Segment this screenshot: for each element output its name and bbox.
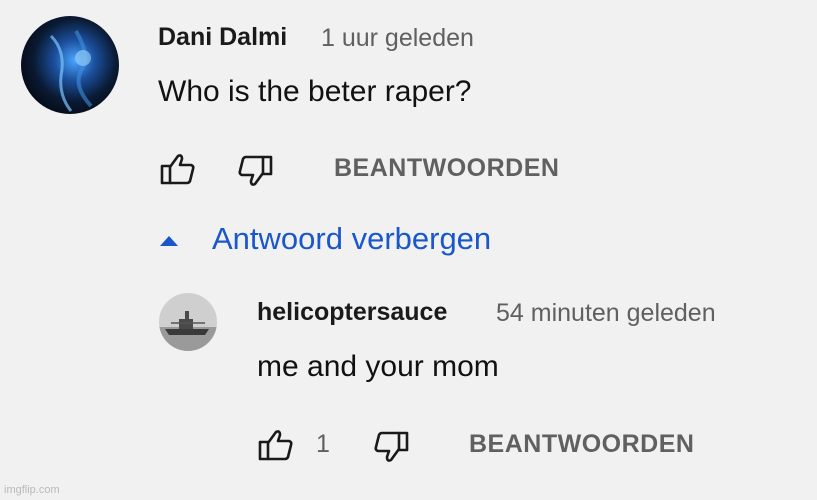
like-count: 1 <box>316 430 330 458</box>
avatar[interactable] <box>21 16 119 114</box>
reply-text: me and your mom <box>257 350 499 383</box>
reply-button[interactable]: BEANTWOORDEN <box>469 430 694 459</box>
watermark: imgflip.com <box>4 484 60 496</box>
caret-up-icon[interactable] <box>158 234 180 248</box>
hide-replies-toggle[interactable]: Antwoord verbergen <box>212 221 491 257</box>
thumbs-down-icon[interactable] <box>373 430 409 464</box>
thumbs-up-icon[interactable] <box>258 428 294 462</box>
comment-text: Who is the beter raper? <box>158 75 472 108</box>
reply-timestamp[interactable]: 54 minuten geleden <box>496 299 716 328</box>
reply-author[interactable]: helicoptersauce <box>257 298 447 327</box>
comment-timestamp[interactable]: 1 uur geleden <box>321 24 474 53</box>
comment-author[interactable]: Dani Dalmi <box>158 23 287 52</box>
thumbs-up-icon[interactable] <box>160 152 196 186</box>
reply-button[interactable]: BEANTWOORDEN <box>334 154 559 183</box>
thumbs-down-icon[interactable] <box>237 154 273 188</box>
reply-avatar[interactable] <box>159 293 217 351</box>
